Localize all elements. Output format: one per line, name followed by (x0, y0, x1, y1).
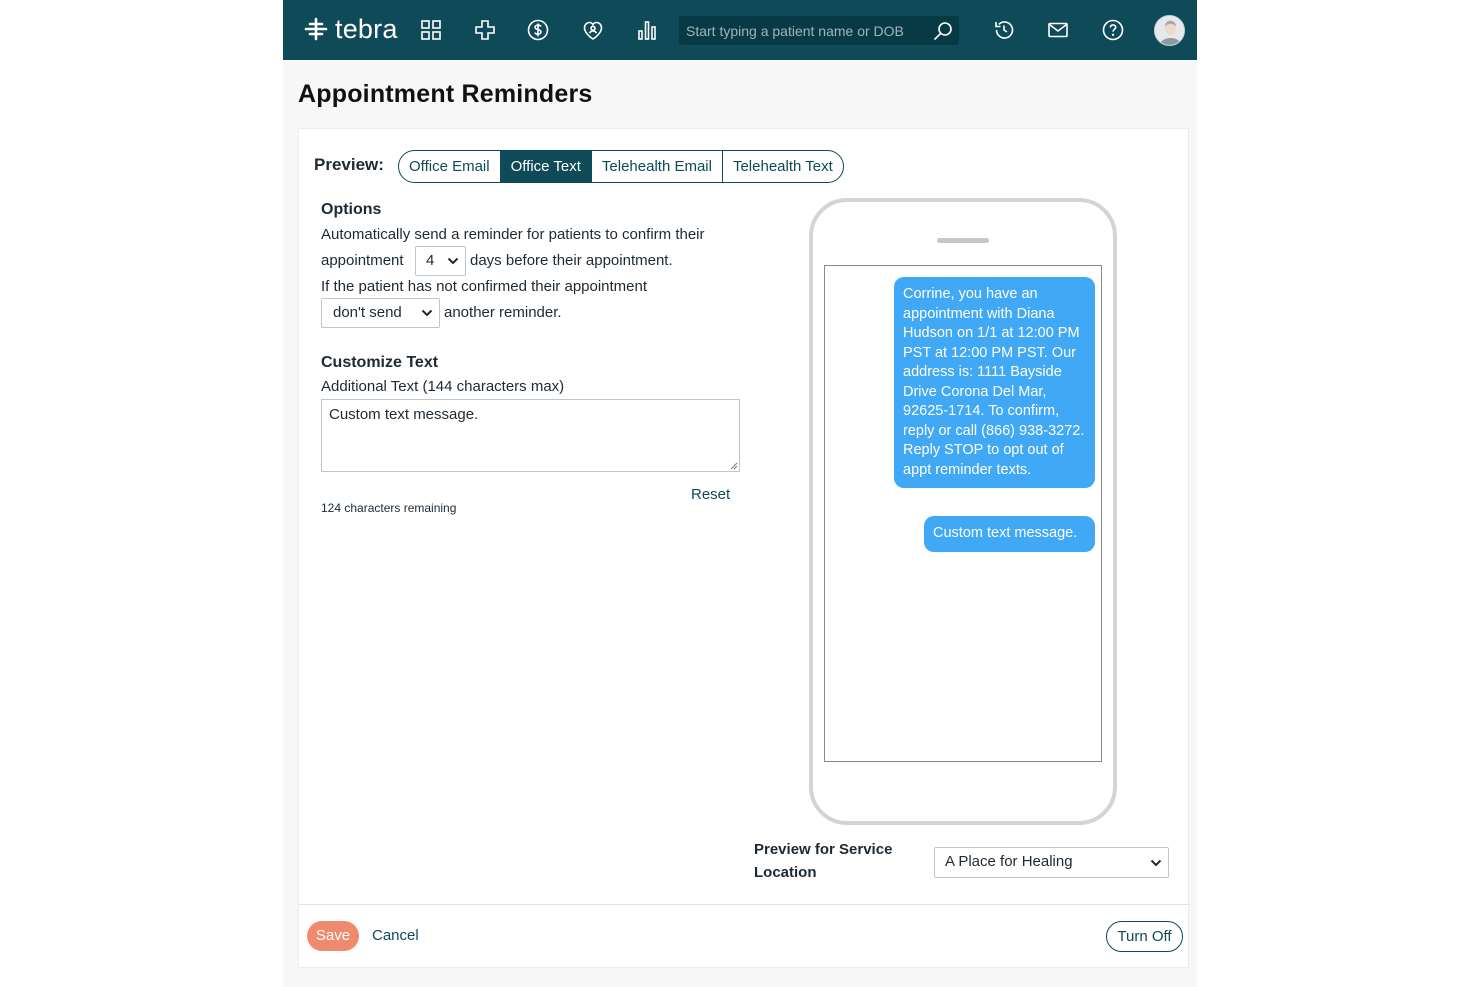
user-avatar[interactable] (1154, 15, 1185, 46)
tab-telehealth-text[interactable]: Telehealth Text (721, 151, 843, 182)
resize-grip-icon[interactable] (729, 461, 738, 470)
custom-message-bubble: Custom text message. (924, 516, 1095, 552)
resend-reminder-select[interactable]: don't send (321, 298, 440, 328)
customize-text-heading: Customize Text (321, 354, 439, 371)
chevron-down-icon (421, 309, 433, 317)
preview-label: Preview: (314, 155, 384, 174)
patient-heart-icon[interactable] (579, 16, 607, 44)
resend-reminder-value: don't send (333, 304, 402, 321)
options-line-4-suffix: another reminder. (444, 304, 562, 321)
dashboard-grid-icon[interactable] (417, 16, 445, 44)
additional-text-field[interactable]: Custom text message. (321, 399, 740, 472)
turn-off-button[interactable]: Turn Off (1106, 921, 1183, 952)
service-location-value: A Place for Healing (945, 853, 1073, 870)
chevron-down-icon (447, 257, 459, 265)
billing-dollar-icon[interactable] (524, 16, 552, 44)
preview-tabs: Office Email Office Text Telehealth Emai… (398, 150, 844, 183)
user-avatar-image (1155, 16, 1184, 45)
phone-preview: Corrine, you have an appointment with Di… (809, 198, 1117, 825)
tebra-logo[interactable]: tebra (303, 14, 398, 44)
additional-text-label: Additional Text (144 characters max) (321, 378, 565, 395)
save-button[interactable]: Save (307, 921, 359, 951)
page-title: Appointment Reminders (298, 80, 593, 108)
footer-divider (299, 904, 1190, 905)
reports-chart-icon[interactable] (633, 16, 661, 44)
app-window: tebra Start typing a patient name or DOB… (283, 0, 1197, 987)
cancel-button[interactable]: Cancel (372, 927, 419, 944)
tab-office-text[interactable]: Office Text (499, 151, 591, 182)
phone-speaker (937, 238, 989, 243)
top-navigation-bar: tebra (283, 0, 1197, 60)
mail-icon[interactable] (1044, 16, 1072, 44)
brand-name: tebra (335, 14, 398, 44)
help-icon[interactable] (1099, 16, 1127, 44)
characters-remaining: 124 characters remaining (321, 501, 457, 515)
medical-cross-icon[interactable] (471, 16, 499, 44)
options-line-2-prefix: appointment (321, 252, 404, 269)
service-location-label-line-2: Location (754, 864, 817, 881)
options-heading: Options (321, 201, 382, 218)
patient-search-input[interactable] (679, 16, 924, 45)
days-before-select[interactable]: 4 (415, 246, 466, 276)
days-before-value: 4 (426, 252, 435, 269)
tab-office-email[interactable]: Office Email (399, 151, 500, 182)
service-location-select[interactable]: A Place for Healing (934, 847, 1169, 878)
reset-link[interactable]: Reset (691, 486, 730, 503)
history-clock-icon[interactable] (990, 16, 1018, 44)
options-line-3: If the patient has not confirmed their a… (321, 278, 648, 295)
patient-search (679, 16, 959, 45)
search-icon[interactable] (931, 19, 955, 43)
tab-telehealth-email[interactable]: Telehealth Email (590, 151, 722, 182)
phone-screen: Corrine, you have an appointment with Di… (824, 265, 1102, 762)
chevron-down-icon (1150, 859, 1162, 867)
options-line-1: Automatically send a reminder for patien… (321, 226, 705, 243)
reminder-message-bubble: Corrine, you have an appointment with Di… (894, 277, 1095, 488)
service-location-label: Preview for Service Location (754, 838, 892, 884)
reminder-settings-card: Preview: Office Email Office Text Telehe… (298, 128, 1190, 968)
service-location-label-line-1: Preview for Service (754, 841, 893, 858)
options-line-2-suffix: days before their appointment. (470, 252, 673, 269)
tebra-logo-icon (304, 17, 328, 41)
